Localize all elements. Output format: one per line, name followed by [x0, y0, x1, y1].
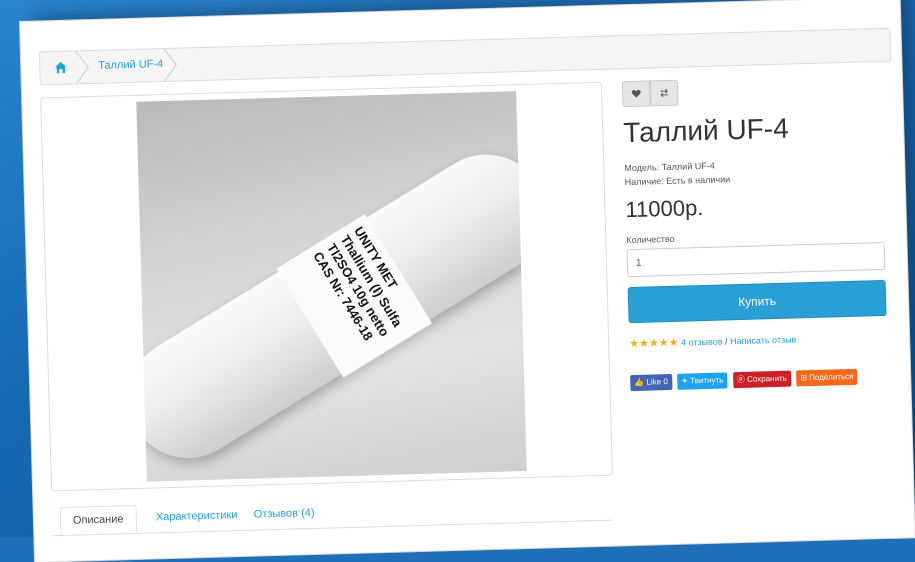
tab-reviews[interactable]: Отзывов (4) — [241, 500, 326, 528]
save-label: Сохранить — [746, 373, 787, 384]
product-tabs: Описание Характеристики Отзывов (4) — [51, 489, 613, 537]
tweet-button[interactable]: ✦ Твитнуть — [677, 372, 728, 390]
buy-button[interactable]: Купить — [627, 279, 887, 324]
rating-separator: / — [724, 336, 728, 347]
product-photo[interactable]: UNITY MET Thallium (I) Sulfa Tl2SO4 10g … — [136, 91, 527, 482]
pinterest-save-button[interactable]: ⓟ Сохранить — [732, 370, 792, 389]
write-review-link[interactable]: Написать отзыв — [730, 334, 797, 346]
twitter-bird-icon: ✦ — [681, 376, 689, 386]
home-icon[interactable] — [54, 61, 68, 75]
facebook-like-button[interactable]: 👍 Like 0 — [630, 373, 673, 392]
compare-button[interactable] — [649, 79, 679, 107]
wishlist-button[interactable] — [621, 80, 651, 108]
like-label: Like 0 — [646, 377, 668, 387]
breadcrumb-current[interactable]: Таллий UF-4 — [98, 58, 163, 72]
plus-icon: ⊞ — [800, 373, 808, 383]
availability-row: Наличие: Есть в наличии — [625, 172, 731, 189]
compare-icon — [660, 89, 669, 98]
product-page: Таллий UF-4 UNITY MET Thallium (I) Sulfa… — [20, 0, 915, 562]
tube-label: UNITY MET Thallium (I) Sulfa Tl2SO4 10g … — [275, 213, 433, 379]
test-tube: UNITY MET Thallium (I) Sulfa Tl2SO4 10g … — [136, 132, 527, 481]
star-rating-icon: ★★★★★ — [629, 336, 679, 351]
rating: ★★★★★ 4 отзывов / Написать отзыв — [629, 332, 797, 350]
product-title: Таллий UF-4 — [622, 112, 790, 149]
product-meta: Модель: Таллий UF-4 Наличие: Есть в нали… — [624, 158, 730, 189]
tab-description[interactable]: Описание — [59, 504, 137, 536]
product-info: Таллий UF-4 Модель: Таллий UF-4 Наличие:… — [621, 68, 904, 495]
quantity-input[interactable] — [626, 241, 886, 278]
product-image-frame[interactable]: UNITY MET Thallium (I) Sulfa Tl2SO4 10g … — [40, 81, 613, 492]
model-value: Таллий UF-4 — [661, 160, 715, 173]
share-button[interactable]: ⊞ Поделиться — [796, 368, 858, 387]
wishlist-compare-group — [621, 79, 683, 108]
availability-label: Наличие: — [624, 176, 664, 188]
breadcrumb-separator-icon — [75, 51, 89, 84]
breadcrumb-separator-icon — [163, 48, 177, 82]
pinterest-icon: ⓟ — [736, 374, 745, 385]
tweet-label: Твитнуть — [690, 375, 724, 386]
quantity-label: Количество — [626, 233, 675, 246]
product-price: 11000р. — [625, 194, 704, 223]
reviews-link[interactable]: 4 отзывов — [681, 337, 723, 348]
share-label: Поделиться — [809, 371, 854, 383]
heart-icon — [631, 90, 641, 98]
tab-specifications[interactable]: Характеристики — [144, 502, 250, 531]
thumbs-up-icon: 👍 — [634, 377, 645, 387]
model-label: Модель: — [624, 162, 660, 174]
share-buttons: 👍 Like 0 ✦ Твитнуть ⓟ Сохранить ⊞ Подели… — [630, 368, 859, 392]
availability-value: Есть в наличии — [666, 174, 731, 187]
